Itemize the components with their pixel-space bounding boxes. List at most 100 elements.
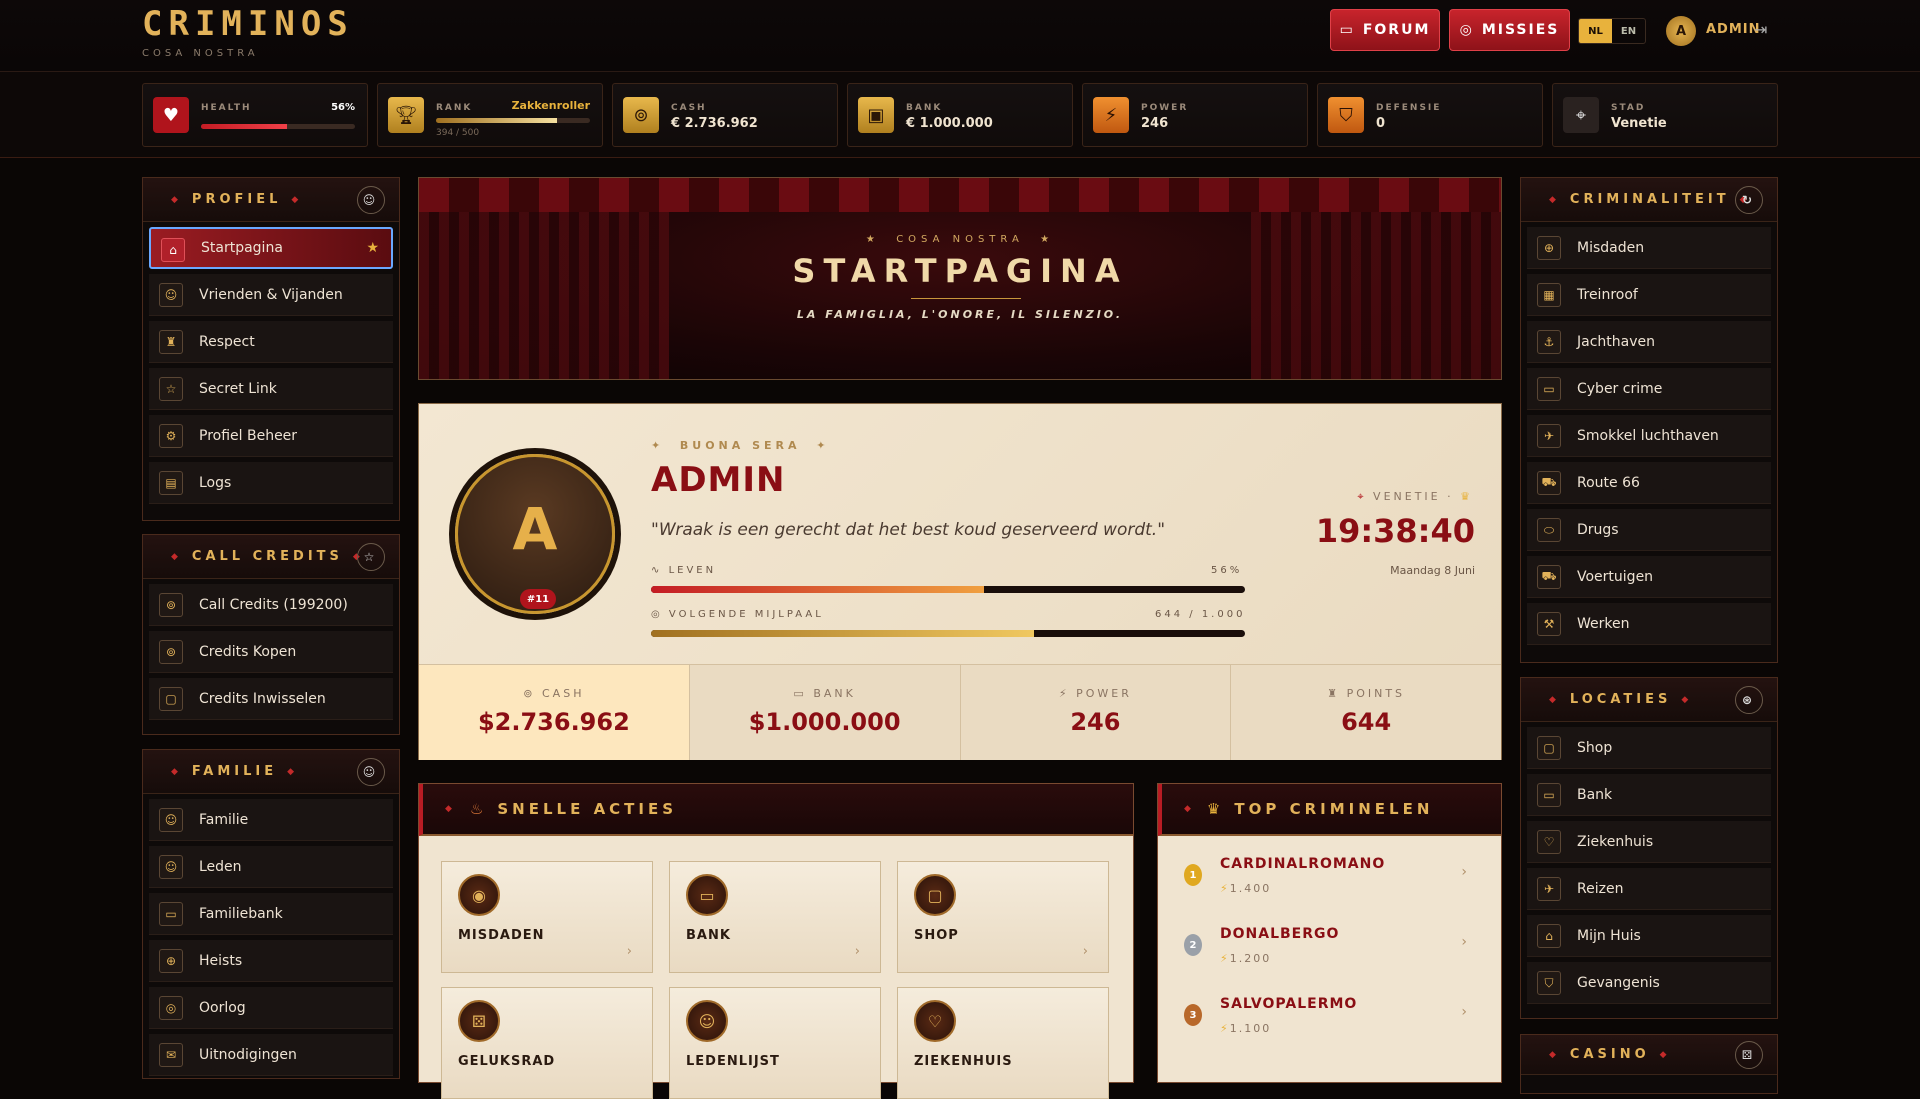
sidebar-item-mijn-huis[interactable]: ⌂ Mijn Huis xyxy=(1527,915,1771,957)
sidebar-item-werken[interactable]: ⚒ Werken xyxy=(1527,603,1771,645)
sidebar-item-credits-kopen[interactable]: ⊚ Credits Kopen xyxy=(149,631,393,673)
stat-power[interactable]: ⚡︎ POWER 246 xyxy=(1082,83,1308,147)
globe-icon[interactable]: ⊛ xyxy=(1735,685,1763,714)
sidebar-item-ziekenhuis[interactable]: ♡ Ziekenhuis xyxy=(1527,821,1771,863)
sidebar-item-smokkel[interactable]: ✈︎ Smokkel luchthaven xyxy=(1527,415,1771,457)
crosshair-icon: ⊕ xyxy=(159,949,183,973)
sidebar-item-misdaden[interactable]: ⊕ Misdaden xyxy=(1527,227,1771,269)
sidebar-item-reizen[interactable]: ✈︎ Reizen xyxy=(1527,868,1771,910)
lightning-icon: ⚡︎ xyxy=(1093,97,1129,133)
sidebar-item-uitnodigingen[interactable]: ✉ Uitnodigingen xyxy=(149,1034,393,1076)
panel-header: ◆ CALL CREDITS ◆ ☆ xyxy=(143,535,399,579)
chevron-right-icon: › xyxy=(626,944,632,959)
sidebar-item-vrienden[interactable]: ☺ Vrienden & Vijanden xyxy=(149,274,393,316)
star-icon[interactable]: ☆ xyxy=(357,542,385,571)
forum-button[interactable]: ▭ FORUM xyxy=(1330,9,1440,51)
users-icon[interactable]: ☺ xyxy=(357,757,385,786)
trophy-icon: ♜ xyxy=(1327,687,1341,700)
coins-icon: ⊚ xyxy=(523,687,536,700)
stat-defensie[interactable]: ⛉ DEFENSIE 0 xyxy=(1317,83,1543,147)
sidebar-item-credits-inwisselen[interactable]: ▢ Credits Inwisselen xyxy=(149,678,393,720)
sidebar-item-drugs[interactable]: ⬭ Drugs xyxy=(1527,509,1771,551)
car-icon: ⛟ xyxy=(1537,565,1561,589)
lang-nl-button[interactable]: NL xyxy=(1579,19,1612,43)
quick-action-misdaden[interactable]: ◉ MISDADEN › xyxy=(441,861,653,973)
pill-icon: ⬭ xyxy=(1537,518,1561,542)
rank-progress-bar xyxy=(436,118,590,123)
criminal-row[interactable]: 2 DONALBERGO ⚡︎1.200 › xyxy=(1158,912,1501,978)
stat-stad[interactable]: ⌖ STAD Venetie xyxy=(1552,83,1778,147)
top-criminals-panel: ◆ ♛ TOP CRIMINELEN 1 CARDINALROMANO ⚡︎1.400 ›… xyxy=(1157,783,1502,1083)
sidebar-item-bank[interactable]: ▭ Bank xyxy=(1527,774,1771,816)
stat-health[interactable]: ♥ HEALTH 56% xyxy=(142,83,368,147)
tile-cash[interactable]: ⊚ CASH $2.736.962 xyxy=(419,665,690,760)
username-label[interactable]: ADMIN xyxy=(1706,22,1761,37)
sidebar-item-voertuigen[interactable]: ⛟ Voertuigen xyxy=(1527,556,1771,598)
plane-icon: ✈︎ xyxy=(1537,877,1561,901)
quick-action-geluksrad[interactable]: ⚄ GELUKSRAD xyxy=(441,987,653,1099)
sidebar-item-call-credits[interactable]: ⊚ Call Credits (199200) xyxy=(149,584,393,626)
criminal-row[interactable]: 1 CARDINALROMANO ⚡︎1.400 › xyxy=(1158,842,1501,908)
app-logo[interactable]: CRIMINOS xyxy=(142,4,354,44)
flame-icon: ♨ xyxy=(469,800,488,818)
sidebar-item-oorlog[interactable]: ◎ Oorlog xyxy=(149,987,393,1029)
sidebar-item-leden[interactable]: ☺ Leden xyxy=(149,846,393,888)
sidebar-item-familie[interactable]: ☺ Familie xyxy=(149,799,393,841)
tile-points[interactable]: ♜ POINTS 644 xyxy=(1231,665,1501,760)
panel-header: ◆ PROFIEL ◆ ☺ xyxy=(143,178,399,222)
refresh-icon[interactable]: ↻ xyxy=(1735,185,1763,214)
sidebar-item-cyber-crime[interactable]: ▭ Cyber crime xyxy=(1527,368,1771,410)
criminal-row[interactable]: 3 SALVOPALERMO ⚡︎1.100 › xyxy=(1158,982,1501,1048)
quick-action-shop[interactable]: ▢ SHOP › xyxy=(897,861,1109,973)
missies-button[interactable]: ◎ MISSIES xyxy=(1449,9,1570,51)
anchor-icon: ⚓︎ xyxy=(1537,330,1561,354)
sidebar-item-heists[interactable]: ⊕ Heists xyxy=(149,940,393,982)
logout-icon[interactable]: ⇥ xyxy=(1754,20,1774,40)
sidebar-item-profiel-beheer[interactable]: ⚙ Profiel Beheer xyxy=(149,415,393,457)
crown-icon: ♛ xyxy=(1460,490,1473,503)
stat-cash[interactable]: ⊚ CASH € 2.736.962 xyxy=(612,83,838,147)
tile-bank[interactable]: ▭ BANK $1.000.000 xyxy=(689,665,961,760)
sidebar-item-respect[interactable]: ♜ Respect xyxy=(149,321,393,363)
sidebar-item-startpagina[interactable]: ⌂ Startpagina ★ xyxy=(149,227,393,269)
panel-header: ◆ CRIMINALITEIT ◆ ↻ xyxy=(1521,178,1777,222)
lang-en-button[interactable]: EN xyxy=(1612,19,1645,43)
sidebar-item-secret-link[interactable]: ☆ Secret Link xyxy=(149,368,393,410)
bomb-icon: ◉ xyxy=(458,874,500,916)
silver-medal-icon: 2 xyxy=(1184,934,1202,956)
stat-bank[interactable]: ▣ BANK € 1.000.000 xyxy=(847,83,1073,147)
sidebar-item-shop[interactable]: ▢ Shop xyxy=(1527,727,1771,769)
stats-bar: ♥ HEALTH 56% 🏆︎ RANK Zakkenroller 394 / … xyxy=(0,72,1920,158)
stat-rank[interactable]: 🏆︎ RANK Zakkenroller 394 / 500 xyxy=(377,83,603,147)
dice-icon[interactable]: ⚄ xyxy=(1735,1040,1763,1069)
avatar[interactable]: A xyxy=(1666,16,1696,46)
sidebar-item-gevangenis[interactable]: ⛉ Gevangenis xyxy=(1527,962,1771,1004)
dice-icon: ⚄ xyxy=(458,1000,500,1042)
user-icon: ☺ xyxy=(159,855,183,879)
sidebar-item-familiebank[interactable]: ▭ Familiebank xyxy=(149,893,393,935)
panel-call-credits: ◆ CALL CREDITS ◆ ☆ ⊚ Call Credits (199200) ⊚… xyxy=(142,534,400,735)
trophy-icon: ♜ xyxy=(159,330,183,354)
location-label: ⌖ VENETIE · ♛ xyxy=(1357,490,1473,503)
top-bar: CRIMINOS COSA NOSTRA ▭ FORUM ◎ MISSIES NL … xyxy=(0,0,1920,72)
chevron-right-icon: › xyxy=(1461,864,1467,880)
tile-power[interactable]: ⚡︎ POWER 246 xyxy=(960,665,1232,760)
gold-medal-icon: 1 xyxy=(1184,864,1202,886)
stat-tiles: ⊚ CASH $2.736.962 ▭ BANK $1.000.000 ⚡︎ POW… xyxy=(419,664,1501,760)
mijlpaal-label: ◎ VOLGENDE MIJLPAAL xyxy=(651,609,824,620)
sidebar-item-treinroof[interactable]: ▦ Treinroof xyxy=(1527,274,1771,316)
map-pin-icon: ⌖ xyxy=(1357,490,1367,503)
lightning-icon: ⚡︎ xyxy=(1220,952,1230,965)
user-icon[interactable]: ☺ xyxy=(357,185,385,214)
sidebar-item-jachthaven[interactable]: ⚓︎ Jachthaven xyxy=(1527,321,1771,363)
quick-action-ziekenhuis[interactable]: ♡ ZIEKENHUIS xyxy=(897,987,1109,1099)
sidebar-item-route-66[interactable]: ⛟ Route 66 xyxy=(1527,462,1771,504)
quick-action-ledenlijst[interactable]: ☺ LEDENLIJST xyxy=(669,987,881,1099)
coins-icon: ⊚ xyxy=(623,97,659,133)
mail-icon: ✉ xyxy=(159,1043,183,1067)
sidebar-item-logs[interactable]: ▤ Logs xyxy=(149,462,393,504)
shield-icon: ⛉ xyxy=(1537,971,1561,995)
quick-action-bank[interactable]: ▭ BANK › xyxy=(669,861,881,973)
bag-icon: ▢ xyxy=(1537,736,1561,760)
avatar[interactable]: A #11 xyxy=(455,454,615,614)
